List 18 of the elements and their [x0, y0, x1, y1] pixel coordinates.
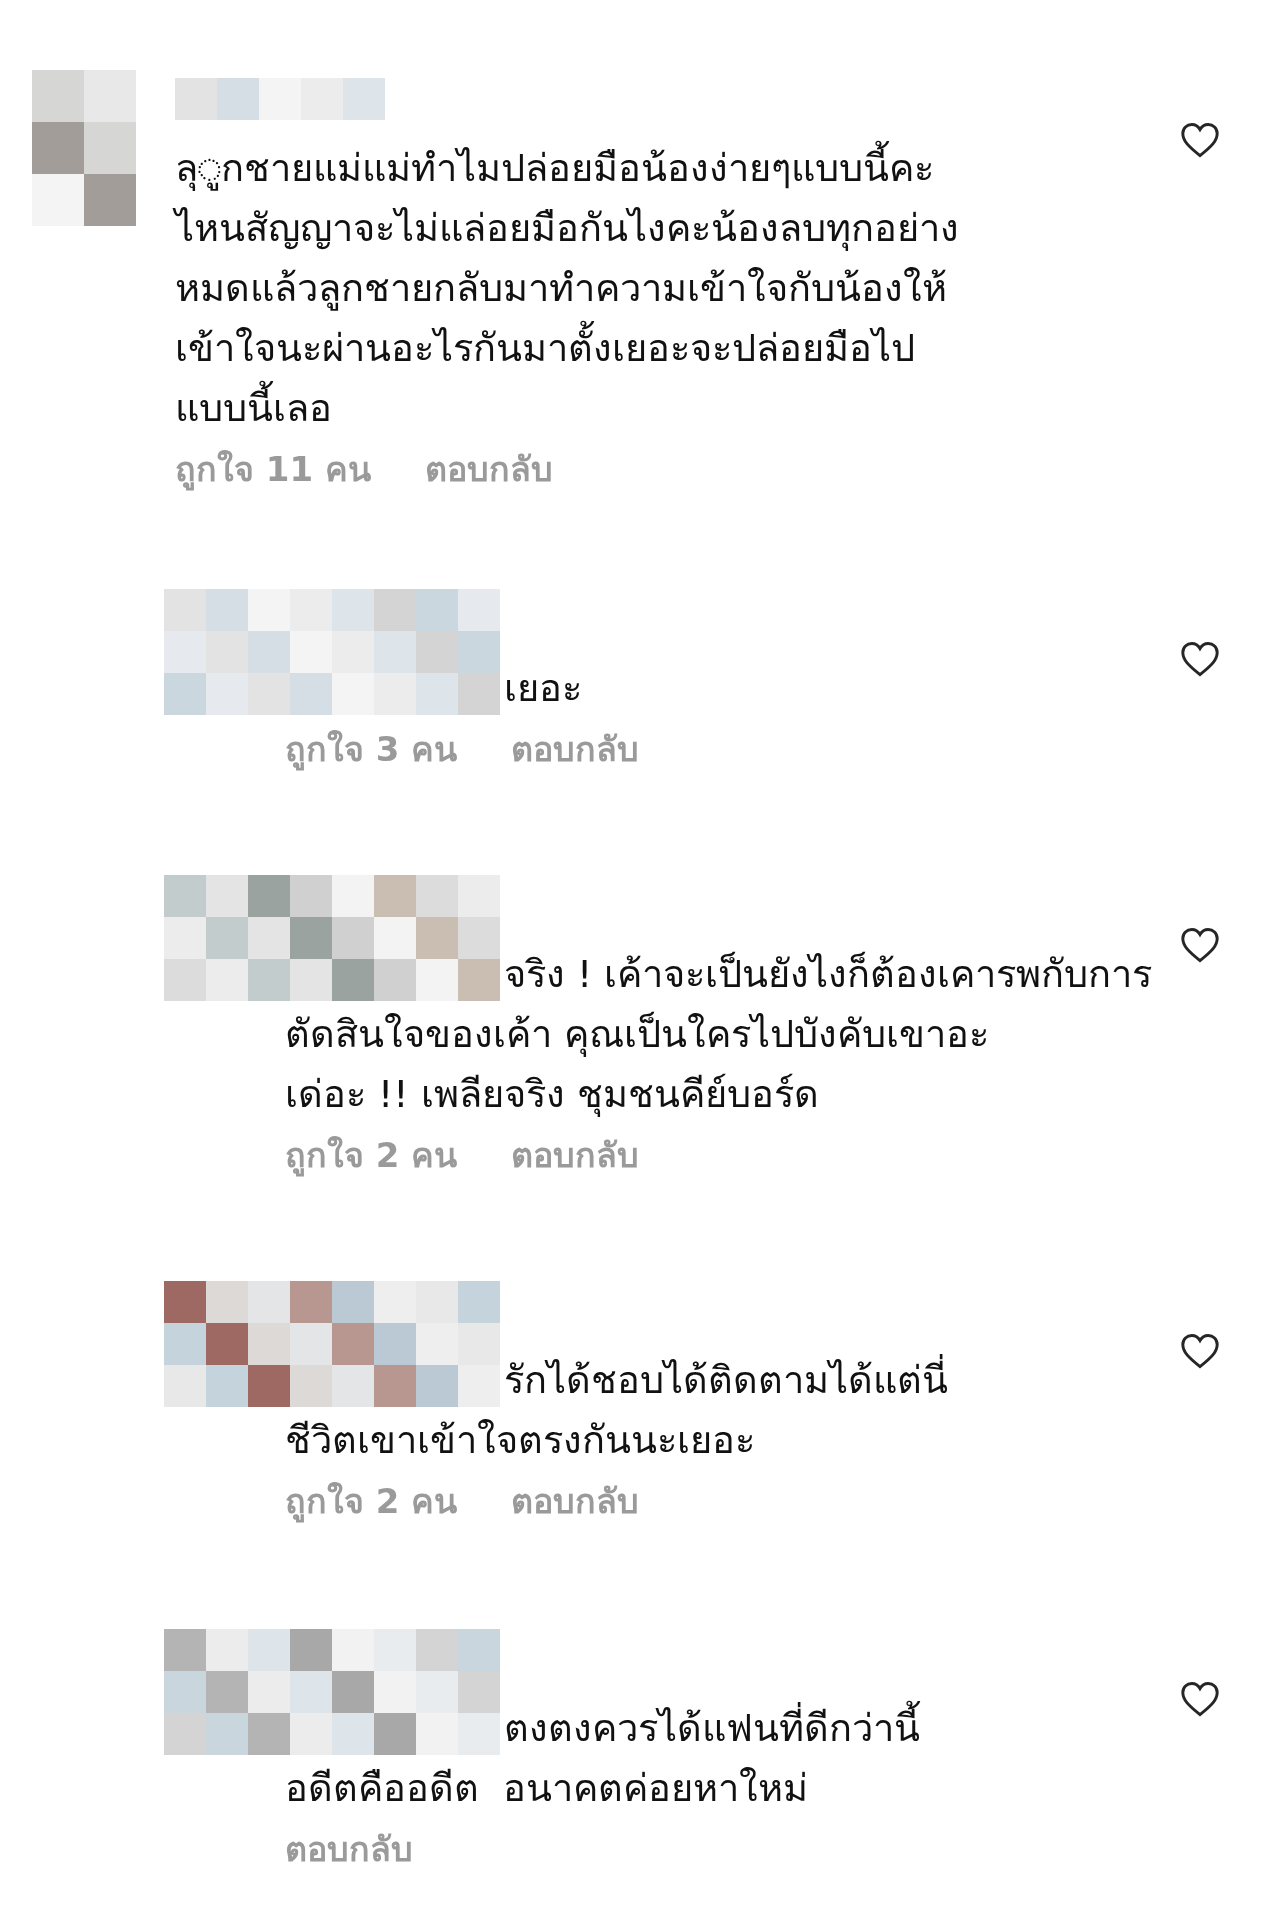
reply-link[interactable]: ตอบกลับ	[511, 1130, 640, 1181]
heart-icon[interactable]	[1180, 927, 1220, 963]
like-count[interactable]: ถูกใจ 11 คน	[175, 444, 371, 495]
heart-icon[interactable]	[1180, 641, 1220, 677]
like-count[interactable]: ถูกใจ 2 คน	[285, 1476, 458, 1527]
reply-link[interactable]: ตอบกลับ	[511, 724, 640, 775]
comment-text: รักได้ชอบได้ติดตามได้แต่นี่ ชีวิตเขาเข้าใจตรงกันนะเยอะ	[285, 1350, 948, 1470]
reply-link[interactable]: ตอบกลับ	[285, 1824, 413, 1875]
like-count[interactable]: ถูกใจ 3 คน	[285, 724, 458, 775]
heart-icon[interactable]	[1180, 1333, 1220, 1369]
comment-text: เยอะ	[504, 665, 582, 712]
heart-icon[interactable]	[1180, 1681, 1220, 1717]
comment-text: จริง ! เค้าจะเป็นยังไงก็ต้องเคารพกับการ ตัดสินใจของเค้า คุณเป็นใครไปบังคับเขาอะ เด่อะ !! เพลียจริง ชุมชนคีย์บอร์ด	[285, 950, 1153, 1119]
reply-link[interactable]: ตอบกลับ	[511, 1476, 640, 1527]
reply-link[interactable]: ตอบกลับ	[425, 444, 553, 495]
comment-text: ตงตงควรได้แฟนที่ดีกว่านี้ อดีตคืออดีต อนาคตค่อยหาใหม่	[285, 1698, 920, 1818]
heart-icon[interactable]	[1180, 122, 1220, 158]
like-count[interactable]: ถูกใจ 2 คน	[285, 1130, 458, 1181]
